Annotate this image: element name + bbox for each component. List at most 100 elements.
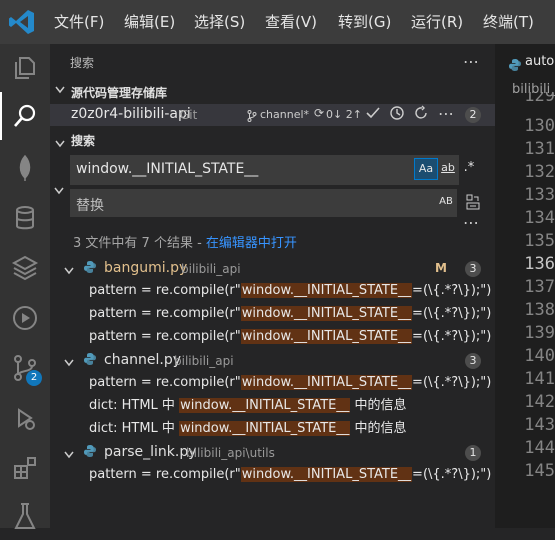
toggle-replace-chevron-icon[interactable]: [54, 180, 64, 199]
python-file-icon: [509, 56, 521, 75]
branch-icon: [247, 107, 257, 126]
match-pre: pattern = re.compile(r": [89, 467, 241, 482]
match-pre: pattern = re.compile(r": [89, 375, 241, 390]
replace-placeholder: 替换: [76, 198, 104, 214]
mongodb-leaf-icon[interactable]: [0, 144, 50, 192]
match-pre: pattern = re.compile(r": [89, 329, 241, 344]
result-match-row[interactable]: pattern = re.compile(r"window.__INITIAL_…: [89, 464, 491, 486]
sync-icon: ⟳: [314, 106, 325, 120]
match-highlight: window.__INITIAL_STATE__: [240, 467, 413, 482]
python-file-icon: [84, 261, 96, 277]
match-highlight: window.__INITIAL_STATE__: [240, 375, 413, 390]
repo-type: Git: [180, 108, 198, 122]
debug-icon[interactable]: [0, 394, 50, 442]
match-post: 中的信息: [350, 398, 407, 413]
results-summary: 3 文件中有 7 个结果 - 在编辑器中打开: [73, 232, 297, 251]
editor-tab-label: auto: [525, 54, 555, 69]
line-number: 142: [524, 392, 555, 412]
vscode-logo-icon: [8, 8, 36, 36]
match-post: =(\{.*?\});"): [412, 467, 492, 482]
match-highlight: window.__INITIAL_STATE__: [240, 306, 413, 321]
result-file-row[interactable]: parse_link.py bilibili_api\utils 1: [50, 442, 495, 464]
replace-all-icon[interactable]: [465, 193, 481, 215]
layers-icon[interactable]: [0, 244, 50, 292]
result-file-path: bilibili_api\utils: [186, 446, 275, 460]
repo-branch[interactable]: channel*: [260, 108, 309, 121]
line-number: 141: [524, 369, 555, 389]
flask-icon[interactable]: [0, 492, 50, 540]
menu-view[interactable]: 查看(V): [265, 0, 317, 44]
source-control-badge: 2: [26, 370, 42, 386]
commit-check-icon[interactable]: [365, 105, 381, 125]
result-file-path: bilibili_api: [174, 354, 234, 368]
chevron-down-icon: [64, 263, 74, 279]
match-highlight: window.__INITIAL_STATE__: [179, 398, 351, 413]
repo-sync[interactable]: 0↓ 2↑: [326, 108, 362, 121]
current-line-number: 136: [524, 254, 555, 274]
scm-section-title[interactable]: 源代码管理存储库: [71, 84, 167, 101]
line-number: 131: [524, 139, 555, 159]
line-number: 138: [524, 300, 555, 320]
line-number: 140: [524, 346, 555, 366]
line-number: 137: [524, 277, 555, 297]
result-file-row[interactable]: channel.py bilibili_api 3: [50, 350, 495, 372]
replace-input[interactable]: [70, 189, 457, 217]
result-match-row[interactable]: pattern = re.compile(r"window.__INITIAL_…: [89, 280, 491, 302]
search-query: window.__INITIAL_STATE__: [76, 161, 259, 177]
repo-name: z0z0r4-bilibili-api: [71, 106, 191, 122]
search-section-title[interactable]: 搜索: [71, 132, 95, 149]
explorer-icon[interactable]: [0, 44, 50, 92]
menu-run[interactable]: 运行(R): [411, 0, 463, 44]
line-number: 145: [524, 461, 555, 481]
result-match-row[interactable]: dict: HTML 中 window.__INITIAL_STATE__ 中的…: [89, 395, 407, 417]
python-file-icon: [84, 445, 96, 461]
match-highlight: window.__INITIAL_STATE__: [240, 329, 413, 344]
whole-word-toggle[interactable]: ab: [439, 158, 457, 178]
result-match-row[interactable]: dict: HTML 中 window.__INITIAL_STATE__ 中的…: [89, 418, 407, 440]
menu-terminal[interactable]: 终端(T): [483, 0, 534, 44]
history-icon[interactable]: [389, 105, 405, 125]
run-icon[interactable]: [0, 294, 50, 342]
repo-more-icon[interactable]: ⋯: [438, 104, 454, 123]
preserve-case-toggle[interactable]: AB: [436, 193, 456, 211]
database-icon[interactable]: [0, 194, 50, 242]
sidebar-title: 搜索: [70, 56, 95, 70]
result-file-row[interactable]: bangumi.py bilibili_api M 3: [50, 258, 495, 280]
result-match-row[interactable]: pattern = re.compile(r"window.__INITIAL_…: [89, 326, 491, 348]
search-details-icon[interactable]: ⋯: [463, 213, 479, 232]
match-pre: pattern = re.compile(r": [89, 306, 241, 321]
match-post: =(\{.*?\});"): [412, 283, 492, 298]
refresh-icon[interactable]: [413, 105, 429, 125]
modified-status: M: [435, 261, 447, 275]
result-match-row[interactable]: pattern = re.compile(r"window.__INITIAL_…: [89, 303, 491, 325]
menu-file[interactable]: 文件(F): [54, 0, 104, 44]
line-number: 134: [524, 208, 555, 228]
line-number-gutter: 129 130 131 132 133 134 135 136 137 138 …: [495, 92, 555, 528]
chevron-down-icon[interactable]: [55, 84, 65, 97]
line-number: 143: [524, 415, 555, 435]
editor-tab[interactable]: auto: [495, 44, 555, 80]
line-number: 133: [524, 185, 555, 205]
result-match-row[interactable]: pattern = re.compile(r"window.__INITIAL_…: [89, 372, 491, 394]
open-in-editor-link[interactable]: 在编辑器中打开: [206, 236, 297, 251]
line-number: 139: [524, 323, 555, 343]
extensions-icon[interactable]: [0, 444, 50, 492]
line-number: 144: [524, 438, 555, 458]
line-number: 135: [524, 231, 555, 251]
match-pre: dict: HTML 中: [89, 398, 180, 413]
source-control-icon[interactable]: [0, 344, 50, 392]
match-post: =(\{.*?\});"): [412, 375, 492, 390]
chevron-down-icon[interactable]: [55, 133, 65, 152]
result-count-badge: 3: [465, 261, 481, 277]
python-file-icon: [84, 353, 96, 369]
more-actions-icon[interactable]: ⋯: [463, 52, 479, 71]
match-highlight: window.__INITIAL_STATE__: [179, 421, 351, 436]
chevron-down-icon: [64, 447, 74, 463]
menu-go[interactable]: 转到(G): [338, 0, 391, 44]
search-icon[interactable]: [0, 92, 50, 140]
match-case-toggle[interactable]: Aa: [414, 158, 438, 180]
results-summary-text: 3 文件中有 7 个结果 -: [73, 236, 206, 251]
regex-toggle[interactable]: .*: [461, 158, 477, 178]
menu-selection[interactable]: 选择(S): [194, 0, 245, 44]
menu-edit[interactable]: 编辑(E): [124, 0, 175, 44]
